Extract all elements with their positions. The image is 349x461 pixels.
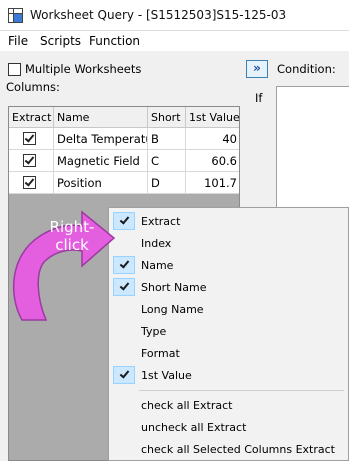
ctx-action-label: check all Selected Columns Extract — [141, 443, 335, 456]
table-row[interactable]: Position D 101.7 — [9, 172, 239, 194]
ctx-item-extract[interactable]: Extract — [109, 210, 348, 232]
first-value-cell[interactable]: 40 — [186, 128, 239, 150]
grid-header: Extract Name Short 1st Value — [9, 107, 239, 128]
ctx-action-check-all[interactable]: check all Extract — [109, 394, 348, 416]
header-extract[interactable]: Extract — [9, 107, 54, 128]
name-cell[interactable]: Delta Temperatur — [54, 128, 148, 150]
extract-checkbox[interactable] — [23, 154, 36, 167]
ctx-item-name[interactable]: Name — [109, 254, 348, 276]
ctx-item-label: 1st Value — [141, 369, 192, 382]
ctx-action-label: check all Extract — [141, 399, 233, 412]
ctx-action-uncheck-all[interactable]: uncheck all Extract — [109, 416, 348, 438]
ctx-action-check-selected[interactable]: check all Selected Columns Extract — [109, 438, 348, 460]
checkmark-icon — [113, 366, 135, 384]
menu-separator — [139, 390, 344, 391]
columns-label: Columns: — [6, 80, 60, 94]
ctx-item-label: Index — [141, 237, 172, 250]
extract-cell[interactable] — [9, 128, 54, 150]
table-row[interactable]: Magnetic Field C 60.6 — [9, 150, 239, 172]
short-cell[interactable]: B — [148, 128, 186, 150]
short-cell[interactable]: C — [148, 150, 186, 172]
menu-bar: File Scripts Function — [0, 31, 349, 51]
ctx-item-label: Short Name — [141, 281, 207, 294]
first-value-cell[interactable]: 101.7 — [186, 172, 239, 194]
table-row[interactable]: Delta Temperatur B 40 — [9, 128, 239, 150]
checkmark-icon — [113, 278, 135, 296]
title-bar: Worksheet Query - [S1512503]S15-125-03 — [0, 0, 349, 31]
ctx-item-label: Type — [141, 325, 167, 338]
expand-panel-button[interactable]: » — [246, 60, 268, 78]
condition-label: Condition: — [277, 62, 336, 76]
ctx-item-label: Name — [141, 259, 174, 272]
ctx-item-label: Extract — [141, 215, 181, 228]
multiple-worksheets-label: Multiple Worksheets — [25, 62, 142, 76]
name-cell[interactable]: Magnetic Field — [54, 150, 148, 172]
if-label: If — [255, 91, 263, 105]
header-first-value[interactable]: 1st Value — [186, 107, 239, 128]
name-cell[interactable]: Position — [54, 172, 148, 194]
ctx-action-label: uncheck all Extract — [141, 421, 247, 434]
ctx-item-type[interactable]: Type — [109, 320, 348, 342]
ctx-item-label: Format — [141, 347, 180, 360]
ctx-item-format[interactable]: Format — [109, 342, 348, 364]
multiple-worksheets-checkbox[interactable] — [8, 63, 21, 76]
ctx-item-long-name[interactable]: Long Name — [109, 298, 348, 320]
extract-cell[interactable] — [9, 150, 54, 172]
extract-checkbox[interactable] — [23, 132, 36, 145]
worksheet-app-icon — [8, 8, 23, 23]
short-cell[interactable]: D — [148, 172, 186, 194]
column-context-menu: Extract Index Name Short Name Long Name … — [108, 207, 349, 461]
extract-checkbox[interactable] — [23, 176, 36, 189]
window-title: Worksheet Query - [S1512503]S15-125-03 — [30, 8, 287, 22]
ctx-item-first-value[interactable]: 1st Value — [109, 364, 348, 386]
checkmark-icon — [113, 212, 135, 230]
first-value-cell[interactable]: 60.6 — [186, 150, 239, 172]
menu-function[interactable]: Function — [89, 34, 140, 48]
menu-scripts[interactable]: Scripts — [40, 34, 81, 48]
ctx-item-label: Long Name — [141, 303, 204, 316]
ctx-item-short-name[interactable]: Short Name — [109, 276, 348, 298]
extract-cell[interactable] — [9, 172, 54, 194]
header-short[interactable]: Short — [148, 107, 186, 128]
checkmark-icon — [113, 256, 135, 274]
ctx-item-index[interactable]: Index — [109, 232, 348, 254]
header-name[interactable]: Name — [54, 107, 148, 128]
menu-file[interactable]: File — [8, 34, 28, 48]
